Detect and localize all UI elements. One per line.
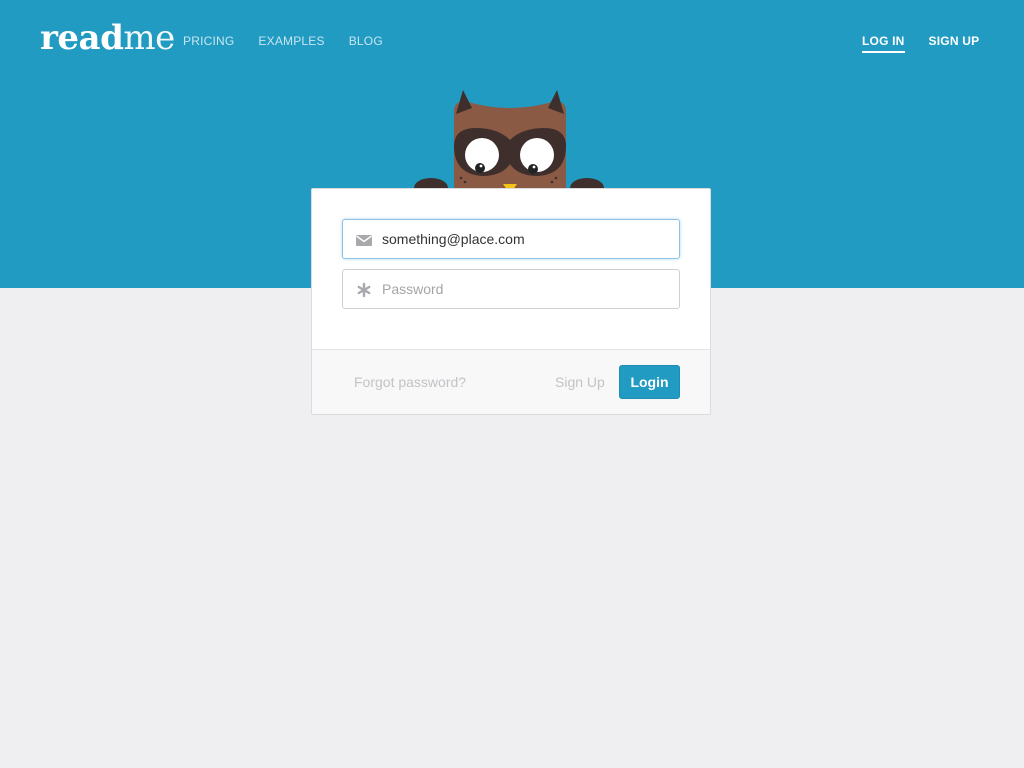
asterisk-icon: [357, 282, 371, 298]
login-button[interactable]: Login: [619, 365, 680, 399]
login-form-fields: [312, 189, 710, 350]
main-nav: PRICING EXAMPLES BLOG: [183, 34, 383, 49]
nav-pricing[interactable]: PRICING: [183, 34, 234, 49]
password-input[interactable]: [382, 270, 672, 308]
envelope-icon: [356, 235, 372, 246]
readme-logo[interactable]: readme: [40, 18, 175, 58]
account-nav: LOG IN SIGN UP: [862, 34, 979, 53]
nav-blog[interactable]: BLOG: [349, 34, 383, 49]
email-field[interactable]: [342, 219, 680, 259]
login-card-footer: Forgot password? Sign Up Login: [312, 350, 710, 414]
forgot-password-link[interactable]: Forgot password?: [354, 374, 466, 390]
password-field[interactable]: [342, 269, 680, 309]
logo-bold-part: read: [40, 18, 124, 58]
login-card: Forgot password? Sign Up Login: [311, 188, 711, 415]
email-input[interactable]: [382, 220, 672, 258]
nav-sign-up[interactable]: SIGN UP: [929, 34, 980, 53]
sign-up-link[interactable]: Sign Up: [555, 374, 605, 390]
nav-examples[interactable]: EXAMPLES: [258, 34, 324, 49]
nav-log-in[interactable]: LOG IN: [862, 34, 905, 53]
owl-mascot-icon: [414, 90, 604, 200]
logo-light-part: me: [123, 18, 175, 58]
